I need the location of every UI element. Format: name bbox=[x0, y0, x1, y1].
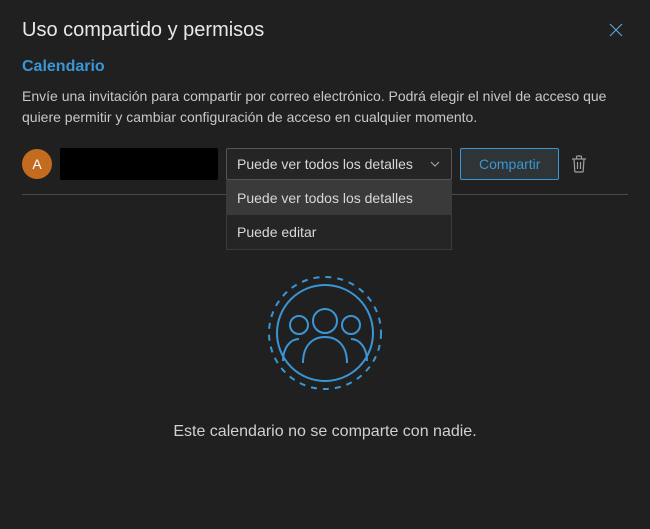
empty-state: Este calendario no se comparte con nadie… bbox=[22, 273, 628, 441]
section-title: Calendario bbox=[22, 58, 628, 76]
close-icon bbox=[609, 23, 623, 37]
empty-state-text: Este calendario no se comparte con nadie… bbox=[173, 423, 476, 441]
trash-icon bbox=[571, 155, 587, 173]
permission-dropdown-menu: Puede ver todos los detalles Puede edita… bbox=[226, 180, 452, 250]
permission-dropdown[interactable]: Puede ver todos los detalles bbox=[226, 148, 452, 180]
chevron-down-icon bbox=[429, 158, 441, 170]
permission-dropdown-wrap: Puede ver todos los detalles Puede ver t… bbox=[226, 148, 452, 180]
permission-dropdown-label: Puede ver todos los detalles bbox=[237, 156, 413, 172]
share-row: A Puede ver todos los detalles Puede ver… bbox=[22, 148, 628, 180]
share-button-label: Compartir bbox=[479, 156, 540, 172]
avatar: A bbox=[22, 149, 52, 179]
dropdown-option-edit[interactable]: Puede editar bbox=[227, 215, 451, 249]
close-button[interactable] bbox=[604, 18, 628, 42]
sharing-dialog: Uso compartido y permisos Calendario Env… bbox=[0, 0, 650, 459]
recipient-field[interactable] bbox=[60, 148, 218, 180]
share-button[interactable]: Compartir bbox=[460, 148, 559, 180]
dropdown-option-view-all[interactable]: Puede ver todos los detalles bbox=[227, 181, 451, 215]
dialog-title: Uso compartido y permisos bbox=[22, 19, 264, 42]
delete-button[interactable] bbox=[567, 152, 591, 176]
people-illustration bbox=[265, 273, 385, 393]
section-description: Envíe una invitación para compartir por … bbox=[22, 86, 628, 128]
dialog-header: Uso compartido y permisos bbox=[22, 18, 628, 42]
